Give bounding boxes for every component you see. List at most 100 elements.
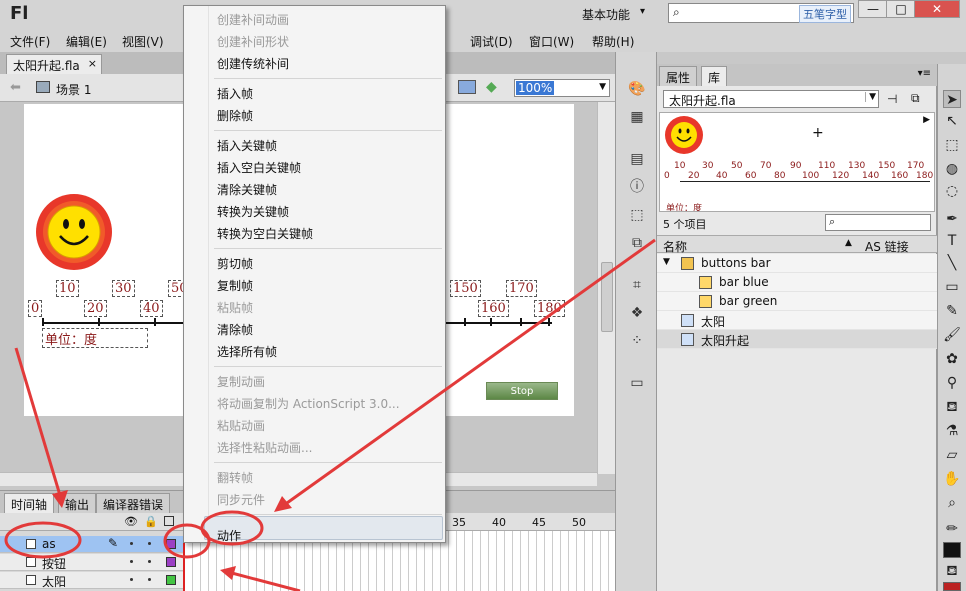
paint-bucket-icon[interactable]: ⛾ [943, 398, 961, 416]
eraser-icon[interactable]: ▱ [943, 446, 961, 464]
play-preview-icon[interactable]: ▶ [923, 115, 930, 125]
stop-button[interactable]: Stop [486, 382, 558, 400]
lock-dot[interactable] [148, 542, 151, 545]
context-menu-item[interactable]: 插入空白关键帧 [217, 158, 301, 178]
tab-timeline[interactable]: 时间轴 [4, 493, 55, 513]
brush-tool-icon[interactable]: 🖌 [943, 326, 961, 344]
maximize-button[interactable]: □ [886, 0, 916, 18]
motion-presets-icon[interactable]: ❖ [628, 304, 646, 322]
scrollbar-thumb[interactable] [601, 262, 613, 332]
chevron-down-icon[interactable]: ▼ [865, 92, 876, 102]
sun-graphic[interactable] [34, 192, 114, 272]
close-icon[interactable]: × [88, 57, 97, 70]
transform-icon[interactable]: ⬚ [628, 206, 646, 224]
text-tool-icon[interactable]: T [943, 232, 961, 250]
library-item-button[interactable]: bar green [657, 292, 937, 311]
minimize-button[interactable]: — [858, 0, 888, 18]
3d-rotation-icon[interactable]: ◍ [943, 160, 961, 178]
context-menu-item[interactable]: 转换为空白关键帧 [217, 224, 313, 244]
workspace-switcher[interactable]: 基本功能 [582, 6, 630, 23]
menu-help[interactable]: 帮助(H) [592, 33, 634, 50]
rectangle-tool-icon[interactable]: ▭ [943, 278, 961, 296]
context-menu-item[interactable]: 删除帧 [217, 106, 253, 126]
swatches-icon[interactable]: ▦ [628, 108, 646, 126]
menu-debug[interactable]: 调试(D) [470, 33, 513, 50]
visibility-dot[interactable] [130, 542, 133, 545]
context-menu-item[interactable]: 剪切帧 [217, 254, 253, 274]
eye-icon[interactable]: 👁 [124, 515, 138, 528]
new-library-icon[interactable]: ⧉ [911, 91, 920, 106]
context-menu-item[interactable]: 转换为关键帧 [217, 202, 289, 222]
color-icon[interactable]: 🎨 [628, 80, 646, 98]
movie-explorer-icon[interactable]: ⁘ [628, 332, 646, 350]
tab-compiler-errors[interactable]: 编译器错误 [96, 493, 171, 513]
panel-menu-icon[interactable]: ▾≡ [918, 68, 931, 79]
expand-arrow-icon[interactable]: ▼ [663, 257, 670, 267]
close-window-button[interactable]: ✕ [914, 0, 960, 18]
chevron-down-icon[interactable]: ▾ [640, 6, 645, 17]
layer-sun[interactable]: 太阳 [0, 572, 185, 589]
vertical-scrollbar[interactable] [597, 102, 615, 474]
bone-tool-icon[interactable]: ⚲ [943, 374, 961, 392]
free-transform-icon[interactable]: ⬚ [943, 136, 961, 154]
code-snippets-icon[interactable]: ⌗ [628, 276, 646, 294]
lock-icon[interactable]: 🔒 [144, 515, 158, 528]
lock-dot[interactable] [148, 560, 151, 563]
menu-file[interactable]: 文件(F) [10, 33, 50, 50]
context-menu-item[interactable]: 清除帧 [217, 320, 253, 340]
context-menu-item[interactable]: 清除关键帧 [217, 180, 277, 200]
tab-output[interactable]: 输出 [58, 493, 97, 513]
layer-color-swatch[interactable] [166, 539, 176, 549]
help-search-input[interactable]: ⌕ 五笔字型 [668, 3, 854, 23]
library-item-button[interactable]: bar blue [657, 273, 937, 292]
pencil-tool-icon[interactable]: ✎ [943, 302, 961, 320]
edit-symbols-icon[interactable] [458, 80, 476, 94]
column-linkage[interactable]: AS 链接 [865, 238, 909, 255]
document-tab[interactable]: 太阳升起.fla × [6, 54, 102, 74]
line-tool-icon[interactable]: ╲ [943, 254, 961, 272]
library-search-input[interactable]: ⌕ [825, 214, 931, 231]
outline-icon[interactable] [164, 516, 174, 526]
tab-properties[interactable]: 属性 [659, 66, 698, 86]
scene-label[interactable]: 场景 1 [56, 81, 91, 98]
tab-library[interactable]: 库 [701, 66, 728, 86]
stroke-color-swatch[interactable] [943, 542, 961, 558]
lasso-icon[interactable]: ◌ [943, 182, 961, 200]
menu-view[interactable]: 视图(V) [122, 33, 164, 50]
layer-color-swatch[interactable] [166, 575, 176, 585]
layer-color-swatch[interactable] [166, 557, 176, 567]
layer-as[interactable]: as ✎ [0, 536, 185, 553]
visibility-dot[interactable] [130, 560, 133, 563]
menu-edit[interactable]: 编辑(E) [66, 33, 107, 50]
zoom-tool-icon[interactable]: ⌕ [943, 494, 961, 512]
visibility-dot[interactable] [130, 578, 133, 581]
pin-icon[interactable]: ⊣ [887, 92, 897, 106]
fill-color-swatch[interactable] [943, 582, 961, 591]
edit-scene-icon[interactable]: ◆ [486, 79, 497, 95]
library-item-folder[interactable]: ▼ buttons bar [657, 254, 937, 273]
align-icon[interactable]: ▤ [628, 150, 646, 168]
selection-tool-icon[interactable]: ➤ [943, 90, 961, 108]
column-name[interactable]: 名称 [663, 238, 687, 255]
components-icon[interactable]: ⧉ [628, 234, 646, 252]
hand-tool-icon[interactable]: ✋ [943, 470, 961, 488]
deco-tool-icon[interactable]: ✿ [943, 350, 961, 368]
subselection-tool-icon[interactable]: ↖ [943, 112, 961, 130]
pen-tool-icon[interactable]: ✒ [943, 210, 961, 228]
library-file-select[interactable]: 太阳升起.fla ▼ [663, 90, 879, 108]
context-menu-item[interactable]: 插入关键帧 [217, 136, 277, 156]
eyedropper-icon[interactable]: ⚗ [943, 422, 961, 440]
chevron-down-icon[interactable]: ▼ [599, 82, 606, 92]
lock-dot[interactable] [148, 578, 151, 581]
back-arrow-icon[interactable]: ⬅ [10, 80, 21, 95]
context-menu-item[interactable]: 复制帧 [217, 276, 253, 296]
context-menu-item[interactable]: 动作 [217, 526, 241, 546]
context-menu-item[interactable]: 选择所有帧 [217, 342, 277, 362]
info-icon[interactable]: ⓘ [628, 178, 646, 196]
context-menu-item[interactable]: 插入帧 [217, 84, 253, 104]
zoom-select[interactable]: 100% ▼ [514, 79, 610, 97]
menu-window[interactable]: 窗口(W) [529, 33, 574, 50]
library-item-graphic[interactable]: 太阳 [657, 311, 937, 330]
sort-arrow-icon[interactable]: ▲ [845, 238, 852, 248]
history-icon[interactable]: ▭ [628, 374, 646, 392]
